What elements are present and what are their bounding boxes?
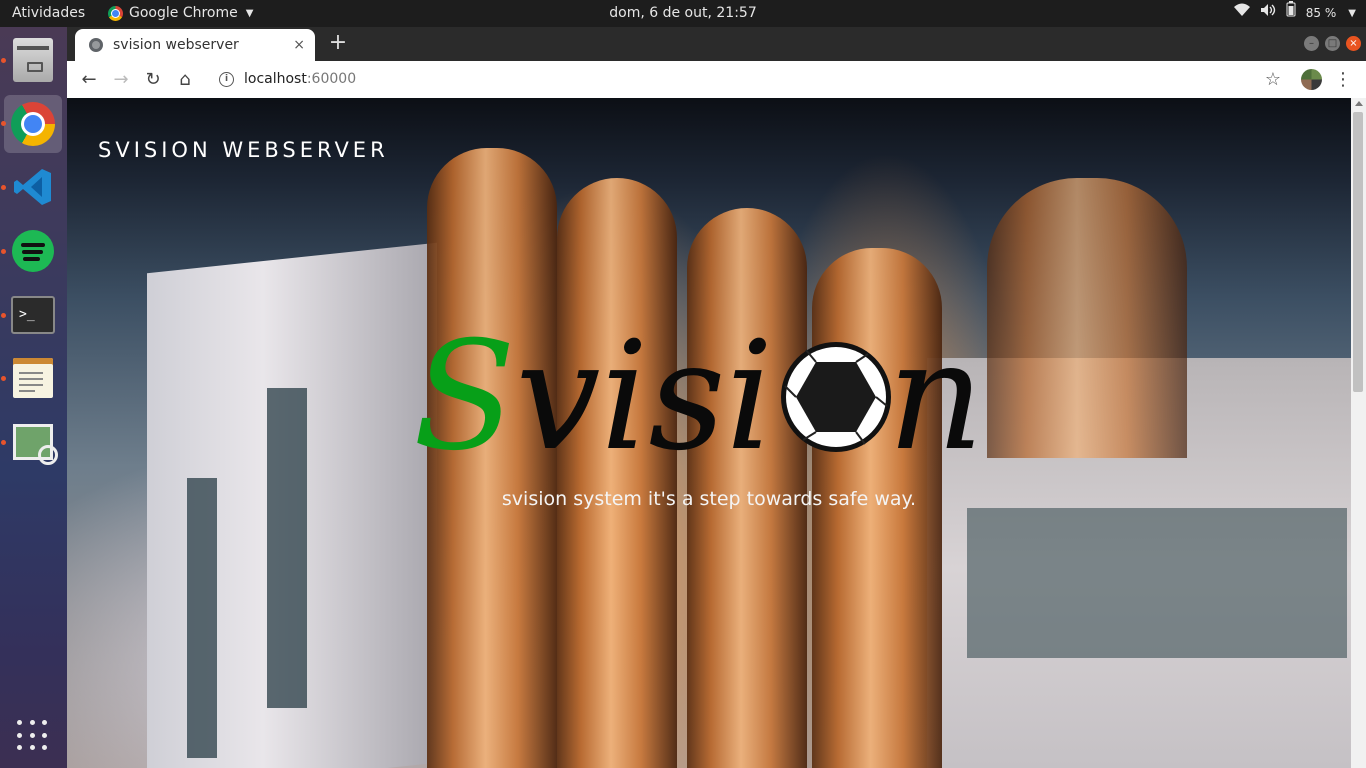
files-icon	[13, 38, 53, 82]
tab-title: svision webserver	[113, 37, 239, 53]
running-indicator	[1, 58, 6, 63]
wifi-icon	[1233, 0, 1250, 27]
globe-icon	[89, 38, 103, 52]
background-window	[267, 388, 307, 708]
volume-icon	[1260, 0, 1276, 27]
browser-menu-icon[interactable]: ⋮	[1332, 67, 1354, 93]
dock-vscode[interactable]	[4, 158, 62, 216]
dock-files[interactable]	[4, 31, 62, 89]
clock[interactable]: dom, 6 de out, 21:57	[0, 0, 1366, 27]
new-tab-button[interactable]: +	[325, 31, 351, 57]
home-button[interactable]: ⌂	[172, 67, 198, 93]
browser-toolbar: ← → ↻ ⌂ i localhost:60000 ☆ ⋮	[67, 61, 1366, 99]
logo-letter-s: S	[413, 310, 516, 484]
system-top-bar: Atividades Google Chrome ▼ dom, 6 de out…	[0, 0, 1366, 27]
text-editor-icon	[13, 358, 53, 398]
hero-tagline: svision system it's a step towards safe …	[501, 488, 917, 510]
running-indicator	[1, 440, 6, 445]
camera-aperture-icon	[781, 342, 892, 452]
image-viewer-icon	[13, 424, 58, 465]
svision-logo: S visi n	[413, 310, 985, 484]
page-hero: SVISION WEBSERVER S visi n svision syste…	[67, 98, 1351, 768]
maximize-button[interactable]: □	[1325, 36, 1340, 51]
background-pipe	[987, 178, 1187, 458]
running-indicator	[1, 376, 6, 381]
dock-terminal[interactable]: >_	[4, 286, 62, 344]
tab-strip: svision webserver × + – □ ×	[67, 27, 1366, 61]
background-window	[187, 478, 217, 758]
url-port: :60000	[306, 71, 357, 87]
spotify-icon	[12, 230, 54, 272]
scroll-up-arrow-icon[interactable]	[1355, 101, 1363, 106]
show-applications-icon[interactable]	[17, 720, 49, 752]
running-indicator	[1, 185, 6, 190]
battery-icon	[1286, 0, 1296, 27]
logo-letter-n: n	[887, 310, 985, 484]
site-brand[interactable]: SVISION WEBSERVER	[98, 138, 389, 162]
running-indicator	[1, 249, 6, 254]
forward-button[interactable]: →	[108, 67, 134, 93]
battery-percent: 85 %	[1305, 6, 1337, 20]
minimize-button[interactable]: –	[1304, 36, 1319, 51]
info-icon[interactable]: i	[219, 71, 234, 87]
reload-button[interactable]: ↻	[140, 67, 166, 93]
running-indicator	[1, 313, 6, 318]
close-window-button[interactable]: ×	[1346, 36, 1361, 51]
dock-text-editor[interactable]	[4, 349, 62, 407]
address-bar[interactable]: i localhost:60000	[211, 64, 1261, 94]
caret-down-icon: ▼	[1348, 8, 1356, 19]
tab-close-icon[interactable]: ×	[293, 37, 305, 53]
system-tray[interactable]: 85 % ▼	[1233, 0, 1356, 27]
profile-avatar[interactable]	[1301, 69, 1322, 90]
tab-svision-webserver[interactable]: svision webserver ×	[75, 29, 315, 61]
background-window	[967, 508, 1347, 658]
dock-chrome[interactable]	[4, 95, 62, 153]
terminal-icon: >_	[11, 296, 55, 334]
logo-letters-visi: visi	[515, 310, 774, 484]
dock: >_	[0, 27, 67, 768]
url-host: localhost	[244, 71, 307, 87]
running-indicator	[1, 121, 6, 126]
dock-image-viewer[interactable]	[4, 413, 62, 471]
chrome-icon	[11, 102, 55, 146]
scrollbar-thumb[interactable]	[1353, 112, 1363, 392]
back-button[interactable]: ←	[76, 67, 102, 93]
vscode-icon	[14, 169, 51, 205]
dock-spotify[interactable]	[4, 222, 62, 280]
bookmark-star-icon[interactable]: ☆	[1260, 67, 1286, 93]
